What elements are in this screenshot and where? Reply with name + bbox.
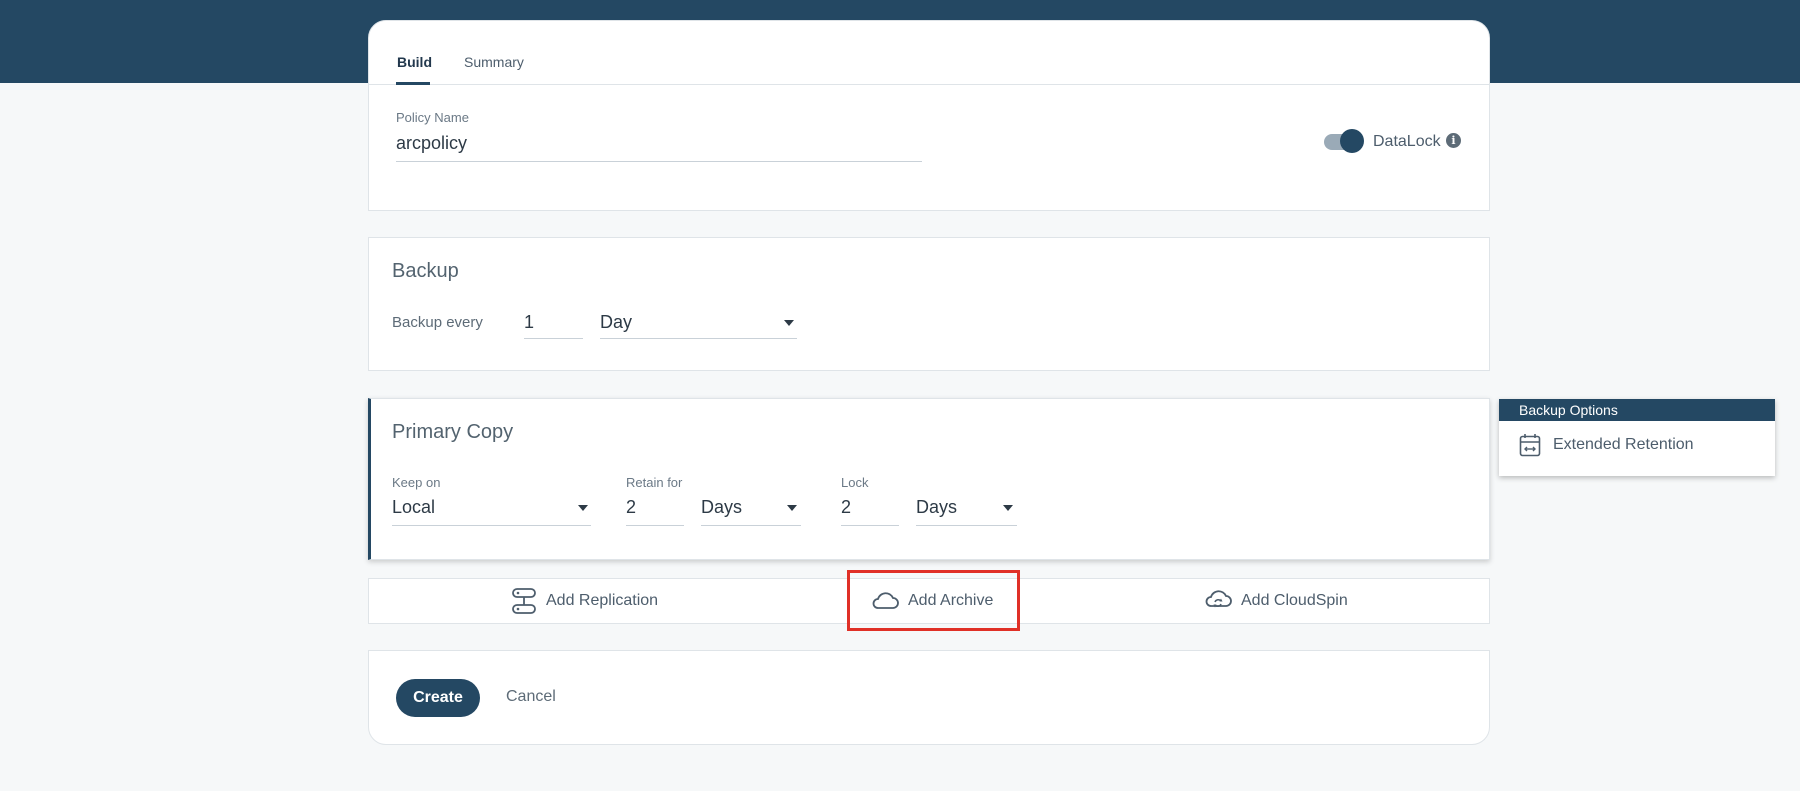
keep-on-select[interactable]: Local: [392, 497, 435, 518]
cancel-button[interactable]: Cancel: [506, 688, 556, 706]
chevron-down-icon[interactable]: [578, 505, 588, 511]
chevron-down-icon[interactable]: [1003, 505, 1013, 511]
retain-for-underline: [626, 525, 684, 526]
backup-options-header: Backup Options: [1499, 399, 1775, 421]
lock-label: Lock: [841, 475, 869, 490]
chevron-down-icon[interactable]: [784, 320, 794, 326]
extended-retention-label: Extended Retention: [1553, 436, 1694, 453]
retain-for-label: Retain for: [626, 475, 683, 490]
retain-unit-select[interactable]: Days: [701, 497, 742, 518]
backup-every-underline: [524, 338, 583, 339]
keep-on-label: Keep on: [392, 475, 441, 490]
backup-unit-underline: [600, 338, 797, 339]
lock-underline: [841, 525, 899, 526]
backup-card: Backup Backup every 1 Day: [368, 237, 1490, 371]
replication-icon: [512, 588, 536, 614]
lock-input[interactable]: 2: [841, 497, 851, 518]
add-cloudspin-label: Add CloudSpin: [1241, 592, 1348, 609]
backup-unit-select[interactable]: Day: [600, 312, 632, 333]
datalock-toggle[interactable]: [1324, 129, 1364, 153]
extended-retention-option[interactable]: Extended Retention: [1519, 433, 1694, 457]
primary-copy-card: Primary Copy Keep on Local Retain for 2 …: [368, 398, 1490, 560]
datalock-toggle-knob: [1340, 129, 1364, 153]
policy-name-underline: [396, 161, 922, 162]
backup-every-label: Backup every: [392, 314, 483, 331]
policy-name-input[interactable]: arcpolicy: [396, 133, 467, 154]
footer-card: Create Cancel: [368, 650, 1490, 745]
primary-copy-title: Primary Copy: [392, 421, 514, 443]
policy-name-label: Policy Name: [396, 110, 469, 125]
retain-unit-underline: [701, 525, 801, 526]
tab-build[interactable]: Build: [397, 54, 432, 70]
backup-every-input[interactable]: 1: [524, 312, 534, 333]
calendar-icon: [1519, 434, 1541, 457]
policy-header-card: Build Summary Policy Name arcpolicy Data…: [368, 20, 1490, 211]
tab-bar: Build Summary: [369, 21, 1489, 85]
add-archive-highlight-box: [847, 570, 1020, 631]
backup-options-panel: Backup Options Extended Retention: [1499, 399, 1775, 476]
add-replication-button[interactable]: Add Replication: [511, 579, 658, 623]
backup-title: Backup: [392, 260, 459, 282]
datalock-label: DataLock: [1373, 133, 1441, 150]
lock-unit-select[interactable]: Days: [916, 497, 957, 518]
chevron-down-icon[interactable]: [787, 505, 797, 511]
info-icon[interactable]: i: [1446, 133, 1461, 148]
active-tab-indicator: [396, 82, 430, 85]
add-cloudspin-button[interactable]: Add CloudSpin: [1204, 579, 1348, 623]
create-button[interactable]: Create: [396, 679, 480, 717]
cloud-sync-icon: [1205, 590, 1232, 608]
retain-for-input[interactable]: 2: [626, 497, 636, 518]
keep-on-underline: [392, 525, 591, 526]
tab-summary[interactable]: Summary: [464, 54, 524, 70]
add-replication-label: Add Replication: [546, 592, 659, 609]
lock-unit-underline: [916, 525, 1017, 526]
